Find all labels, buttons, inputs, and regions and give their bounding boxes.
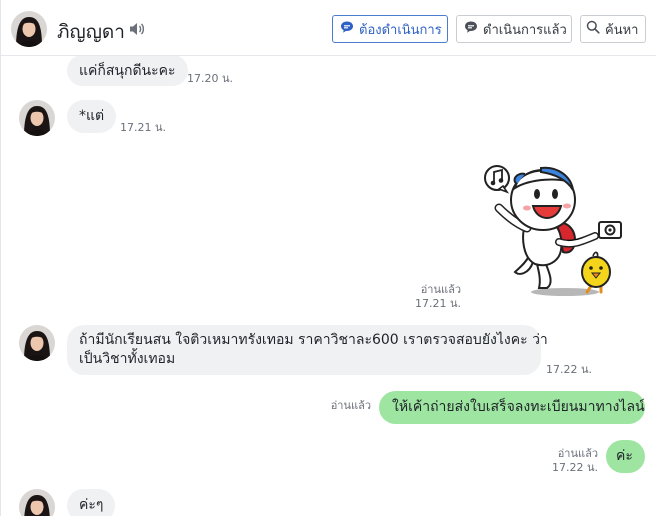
contact-avatar[interactable]: [19, 325, 55, 361]
todo-button[interactable]: ต้องดำเนินการ: [332, 15, 448, 43]
search-icon: [586, 20, 605, 38]
chat-bubble-icon: [464, 20, 483, 38]
speaker-icon[interactable]: [128, 21, 146, 37]
message-list[interactable]: แค่ก็สนุกดีนะคะ 17.20 น. *แต่ 17.21 น. อ…: [1, 56, 656, 516]
todo-button-label: ต้องดำเนินการ: [359, 22, 442, 38]
message-text: *แต่: [79, 108, 105, 124]
contact-name: ภิญญดา: [57, 21, 125, 43]
message-time: 17.21 น.: [120, 121, 167, 134]
read-receipt: อ่านแล้ว: [330, 399, 371, 412]
message-text-line: เป็นวิชาทั้งเทอม: [79, 351, 176, 367]
message-bubble[interactable]: ให้เค้าถ่ายส่งใบเสร็จลงทะเบียนมาทางไลน์: [379, 391, 645, 424]
message-bubble[interactable]: ค่ะๆ: [67, 489, 116, 516]
read-receipt: อ่านแล้ว: [420, 283, 461, 296]
sticker-message[interactable]: [481, 158, 631, 300]
done-button-label: ดำเนินการแล้ว: [483, 22, 567, 38]
search-button-label: ค้นหา: [605, 22, 639, 38]
chat-header: ภิญญดา ต้องดำเนินการ ดำเนินการแล้ว ค้นหา: [1, 0, 656, 56]
message-text-line: ถ้ามีนักเรียนสน ใจติวเหมาทรังเทอม ราคาวิ…: [79, 332, 548, 348]
message-time: 17.21 น.: [414, 297, 461, 310]
message-time: 17.20 น.: [187, 72, 234, 85]
message-time: 17.22 น.: [551, 461, 598, 474]
contact-avatar[interactable]: [11, 11, 47, 47]
message-text: แค่ก็สนุกดีนะคะ: [79, 63, 176, 79]
contact-avatar[interactable]: [19, 489, 55, 516]
search-button[interactable]: ค้นหา: [580, 15, 646, 43]
message-bubble[interactable]: แค่ก็สนุกดีนะคะ: [67, 56, 188, 86]
contact-avatar[interactable]: [19, 100, 55, 136]
message-time: 17.22 น.: [546, 363, 593, 376]
line-sticker-icon: [484, 165, 622, 296]
message-text: ให้เค้าถ่ายส่งใบเสร็จลงทะเบียนมาทางไลน์: [392, 399, 645, 415]
message-text: ค่ะๆ: [79, 497, 104, 513]
chat-window: ภิญญดา ต้องดำเนินการ ดำเนินการแล้ว ค้นหา…: [0, 0, 656, 516]
read-receipt: อ่านแล้ว: [557, 447, 598, 460]
message-bubble[interactable]: ค่ะ: [606, 440, 645, 473]
message-bubble[interactable]: *แต่: [67, 100, 117, 133]
message-text: ค่ะ: [616, 448, 633, 464]
done-button[interactable]: ดำเนินการแล้ว: [456, 15, 572, 43]
message-bubble[interactable]: ถ้ามีนักเรียนสน ใจติวเหมาทรังเทอม ราคาวิ…: [67, 325, 548, 375]
chat-bubble-icon: [340, 20, 359, 38]
